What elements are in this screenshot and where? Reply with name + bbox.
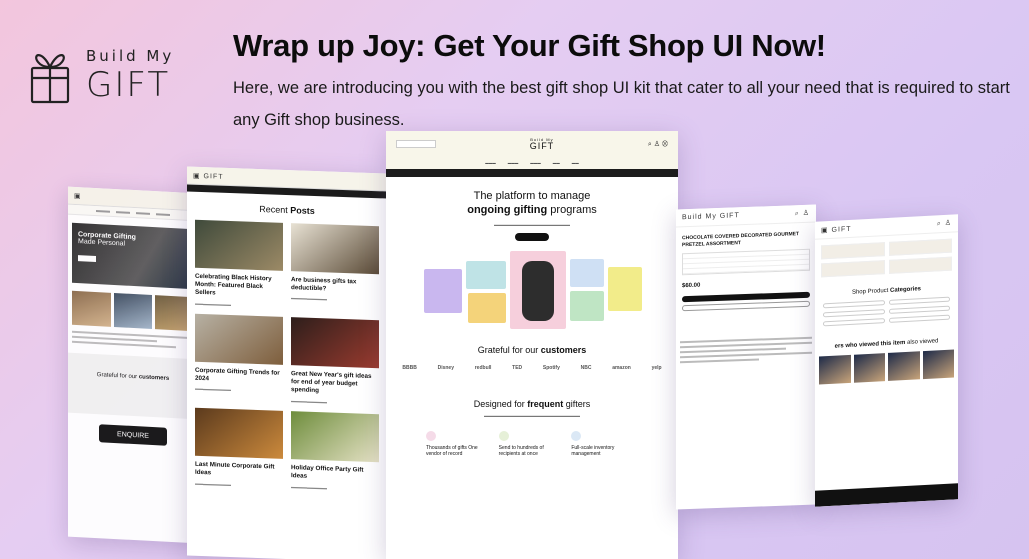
mockup-logo[interactable]: Build My GIFT	[529, 137, 555, 151]
also-viewed-products	[815, 343, 958, 390]
mockup-shop-categories: ▣ GIFT ⌕ ♙ Shop Product Categories ers w…	[815, 214, 958, 507]
product-tile	[466, 260, 506, 289]
customer-logo: NBC	[580, 364, 592, 371]
product-price: $60.00	[682, 282, 701, 290]
blog-excerpt: ▬▬▬▬▬▬▬▬▬	[195, 480, 231, 487]
mockup-hero-button[interactable]	[515, 232, 549, 241]
feature-card: Full-scale inventory management	[571, 430, 638, 458]
blog-title: Corporate Gifting Trends for 2024	[195, 366, 280, 383]
mockup-hero-banner: Corporate Gifting Made Personal	[72, 222, 194, 290]
mockup-nav: ▬▬▬ ▬▬▬ ▬▬▬ ▬▬ ▬▬	[386, 157, 678, 169]
mockup-hero-button	[78, 255, 96, 263]
blog-title: Celebrating Black History Month: Feature…	[195, 272, 272, 297]
blog-card[interactable]: Last Minute Corporate Gift Ideas ▬▬▬▬▬▬▬▬…	[195, 408, 283, 489]
blog-excerpt: ▬▬▬▬▬▬▬▬▬	[291, 397, 327, 405]
blog-image	[291, 411, 379, 463]
mockup-grateful-title: Grateful for our customers	[96, 372, 170, 382]
mockup-section: Grateful for our customers	[68, 352, 198, 420]
mockup-thumbnail	[113, 292, 153, 330]
blog-card[interactable]: Corporate Gifting Trends for 2024 ▬▬▬▬▬▬▬…	[195, 313, 283, 403]
mockup-logo: Build My GIFT	[682, 212, 740, 222]
blog-excerpt: ▬▬▬▬▬▬▬▬▬	[195, 300, 231, 307]
product-title: CHOCOLATE COVERED DECORATED GOURMET PRET…	[682, 231, 800, 249]
customer-logo: amazon	[612, 364, 631, 371]
customer-logo: BBBB	[402, 364, 417, 371]
mockup-header-icons[interactable]: ⌕ ♙	[795, 209, 810, 219]
send-icon	[498, 430, 509, 441]
product-tile	[570, 258, 604, 287]
blog-image	[195, 219, 283, 271]
mockup-corporate-home: ▣ Corporate Gifting Made Personal Gratef…	[68, 186, 198, 544]
mockup-search-input[interactable]	[396, 140, 436, 148]
page-description: Here, we are introducing you with the be…	[233, 79, 1010, 129]
customer-logo: redbull	[474, 364, 492, 371]
blog-title: Great New Year's gift ideas for end of y…	[291, 370, 372, 395]
blog-excerpt: ▬▬▬▬▬▬▬▬▬	[291, 295, 327, 302]
brand-name-small: Build My	[86, 46, 175, 65]
page-headline: Wrap up Joy: Get Your Gift Shop UI Now!	[233, 28, 826, 63]
blog-image	[195, 408, 283, 460]
blog-card[interactable]: Holiday Office Party Gift Ideas ▬▬▬▬▬▬▬▬▬	[291, 411, 379, 492]
feature-card: Thousands of gifts One vendor of record	[426, 430, 493, 458]
blog-image	[195, 313, 283, 365]
product-tile	[468, 292, 506, 323]
mockup-product-collage	[386, 250, 678, 339]
mockup-hero-title: The platform to manage ongoing gifting p…	[467, 190, 597, 217]
mockup-announcement-bar	[386, 169, 678, 177]
mockup-footer	[815, 483, 958, 507]
mockup-logo: ▣	[74, 192, 82, 200]
product-options-table	[682, 248, 810, 276]
product-tile	[424, 268, 462, 313]
blog-title: Last Minute Corporate Gift Ideas	[195, 461, 275, 477]
product-tile	[570, 290, 604, 321]
mockup-logo: ▣ GIFT	[193, 172, 224, 181]
customer-logo: yelp	[651, 364, 662, 371]
blog-card[interactable]: Great New Year's gift ideas for end of y…	[291, 317, 379, 406]
mockup-landing: Build My GIFT ⌕ ♙ ⛒ ▬▬▬ ▬▬▬ ▬▬▬ ▬▬ ▬▬ The pl…	[386, 131, 678, 559]
mockup-logo-big: GIFT	[529, 140, 555, 151]
mockup-logo: ▣ GIFT	[821, 225, 852, 234]
mockup-thumbnails	[72, 290, 195, 332]
mockup-product-detail: Build My GIFT ⌕ ♙ CHOCOLATE COVERED DECO…	[676, 204, 816, 510]
product-description	[680, 336, 812, 364]
feature-list: Thousands of gifts One vendor of record …	[386, 419, 678, 470]
product-tile	[522, 260, 554, 321]
brand-logo[interactable]: Build My GIFT	[30, 46, 174, 104]
blog-excerpt: ▬▬▬▬▬▬▬▬▬	[291, 483, 327, 490]
blog-excerpt: ▬▬▬▬▬▬▬▬▬	[195, 386, 231, 393]
blog-title: Are business gifts tax deductible?	[291, 276, 357, 293]
blog-title: Holiday Office Party Gift Ideas	[291, 464, 364, 481]
customer-logo: TED	[512, 364, 523, 371]
blog-card[interactable]: Are business gifts tax deductible? ▬▬▬▬▬▬…	[291, 223, 379, 312]
category-pills[interactable]	[815, 290, 958, 332]
mockup-header-icons[interactable]: ⌕ ♙ ⛒	[648, 140, 668, 149]
brand-name-big: GIFT	[86, 64, 171, 105]
blog-image	[291, 223, 379, 275]
blog-card[interactable]: Celebrating Black History Month: Feature…	[195, 219, 283, 309]
enquire-button[interactable]: ENQUIRE	[99, 424, 167, 446]
customers-title: Grateful for our customers	[477, 344, 587, 355]
mockup-header-icons[interactable]: ⌕ ♙	[937, 219, 952, 229]
mockup-header: Build My GIFT ⌕ ♙ ⛒	[386, 131, 678, 157]
mockup-product-list	[815, 232, 958, 283]
mockup-text-lines	[72, 330, 194, 349]
customer-logos: BBBB Disney redbull TED Spotify NBC amaz…	[386, 355, 678, 381]
gift-box-icon	[30, 54, 70, 104]
request-quote-button[interactable]	[682, 300, 810, 312]
gift-icon	[426, 430, 436, 441]
mockup-hero-subtitle: ▬▬▬▬▬▬▬▬▬▬▬▬▬▬▬▬▬▬▬	[494, 221, 570, 227]
feature-card: Send to hundreds of recipients at once	[498, 430, 566, 458]
blog-grid: Celebrating Black History Month: Feature…	[187, 212, 387, 501]
designed-title: Designed for frequent gifters	[473, 398, 591, 409]
customer-logo: Spotify	[542, 364, 560, 371]
mockup-thumbnail	[72, 290, 111, 327]
mockup-blog: ▣ GIFT Recent Posts Celebrating Black Hi…	[187, 166, 387, 559]
product-tile	[608, 266, 642, 311]
customer-logo: Disney	[437, 364, 454, 371]
blog-image	[291, 317, 379, 369]
inventory-icon	[571, 430, 582, 441]
